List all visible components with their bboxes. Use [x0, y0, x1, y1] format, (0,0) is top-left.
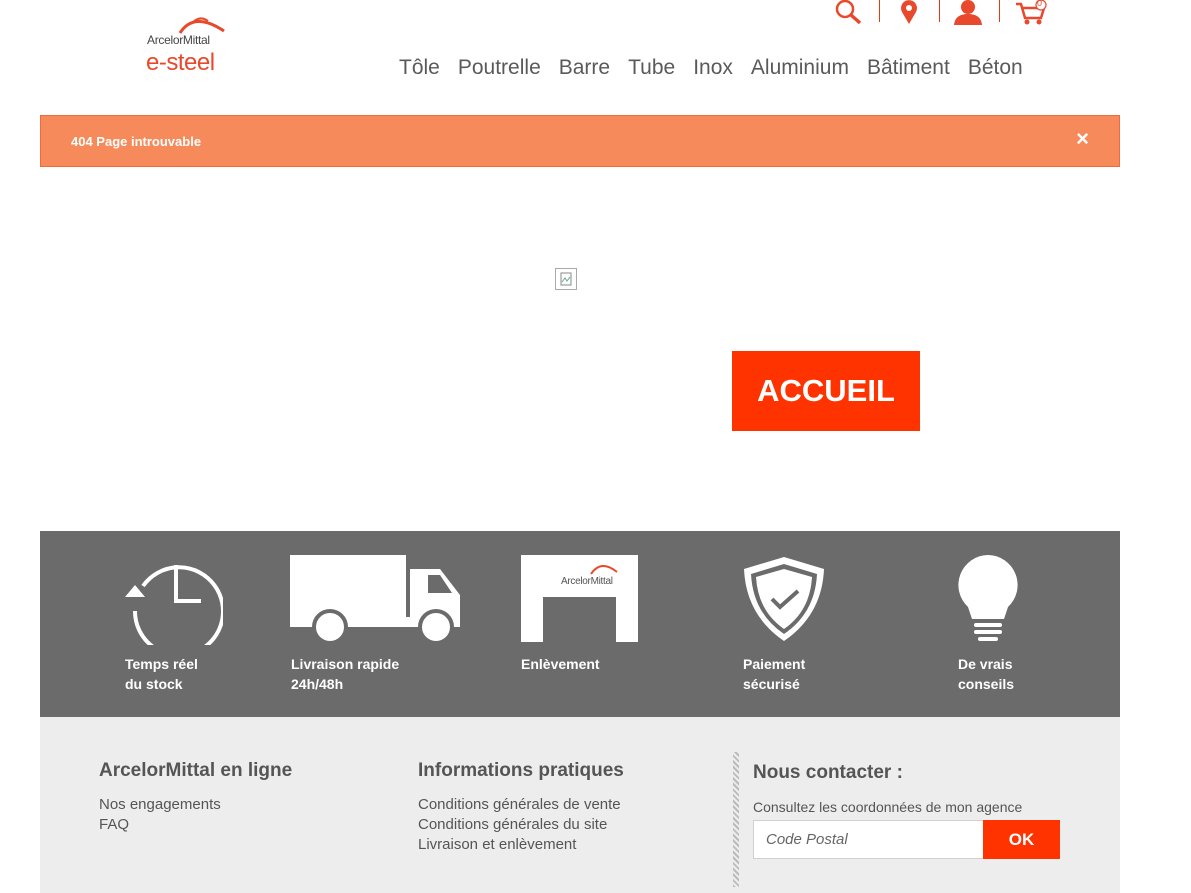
feature-label: Livraison rapide 24h/48h [291, 656, 400, 692]
footer-divider [733, 752, 739, 887]
warehouse-door [543, 597, 616, 642]
footer-col2-title: Informations pratiques [418, 760, 624, 781]
user-icon[interactable] [953, 0, 983, 26]
alert-message: 404 Page introuvable [71, 134, 202, 149]
header-separator [879, 0, 880, 22]
nav-item-tube[interactable]: Tube [628, 56, 675, 80]
logo-arc-icon [178, 17, 225, 34]
footer-link[interactable]: Livraison et enlèvement [418, 835, 576, 855]
home-button[interactable]: ACCUEIL [732, 351, 920, 431]
nav-item-poutrelle[interactable]: Poutrelle [458, 56, 541, 80]
footer: ArcelorMittal en ligne Nos engagements F… [40, 717, 1120, 893]
nav-item-batiment[interactable]: Bâtiment [867, 56, 950, 80]
feature-label: Temps réel du stock [125, 656, 198, 692]
location-icon[interactable] [894, 0, 924, 26]
footer-link[interactable]: Conditions générales de vente [418, 795, 621, 815]
error-alert: 404 Page introuvable × [40, 115, 1120, 167]
warehouse-icon: ArcelorMittal [521, 555, 638, 642]
logo-brand-text: ArcelorMittal [147, 33, 210, 47]
shield-check-icon [744, 557, 824, 641]
nav-item-barre[interactable]: Barre [559, 56, 610, 80]
feature-label: Paiement sécurisé [743, 656, 806, 692]
footer-link[interactable]: Conditions générales du site [418, 815, 607, 835]
nav-item-beton[interactable]: Béton [968, 56, 1023, 80]
search-icon[interactable] [833, 0, 863, 26]
nav-item-tole[interactable]: Tôle [399, 56, 440, 80]
cart-icon [1016, 0, 1047, 25]
postal-code-submit-button[interactable]: OK [983, 820, 1060, 859]
main-nav: Tôle Poutrelle Barre Tube Inox Aluminium… [399, 56, 1041, 80]
nav-item-aluminium[interactable]: Aluminium [751, 56, 849, 80]
cart-count-badge: 0 [1037, 0, 1043, 8]
logo-arc-icon [590, 565, 618, 575]
header-separator [999, 0, 1000, 22]
postal-code-input[interactable] [753, 820, 984, 859]
features-band: Temps réel du stock Livraison rapide 24h/4… [40, 531, 1120, 717]
warehouse-brand-text: ArcelorMittal [561, 576, 613, 587]
broken-image-icon [555, 268, 577, 290]
contact-title: Nous contacter : [753, 762, 903, 783]
lightbulb-icon [958, 555, 1018, 641]
header-separator [939, 0, 940, 22]
feature-label: De vrais conseils [958, 656, 1015, 692]
contact-subtitle: Consultez les coordonnées de mon agence [753, 799, 1023, 815]
footer-link[interactable]: FAQ [99, 815, 129, 835]
nav-item-inox[interactable]: Inox [693, 56, 733, 80]
footer-link[interactable]: Nos engagements [99, 795, 221, 815]
footer-col1-title: ArcelorMittal en ligne [99, 760, 293, 781]
clock-icon [125, 565, 223, 645]
logo-esteel-text: e-steel [146, 49, 215, 76]
close-icon[interactable]: × [1076, 128, 1089, 150]
truck-icon [290, 555, 460, 643]
feature-label: Enlèvement [521, 656, 600, 672]
